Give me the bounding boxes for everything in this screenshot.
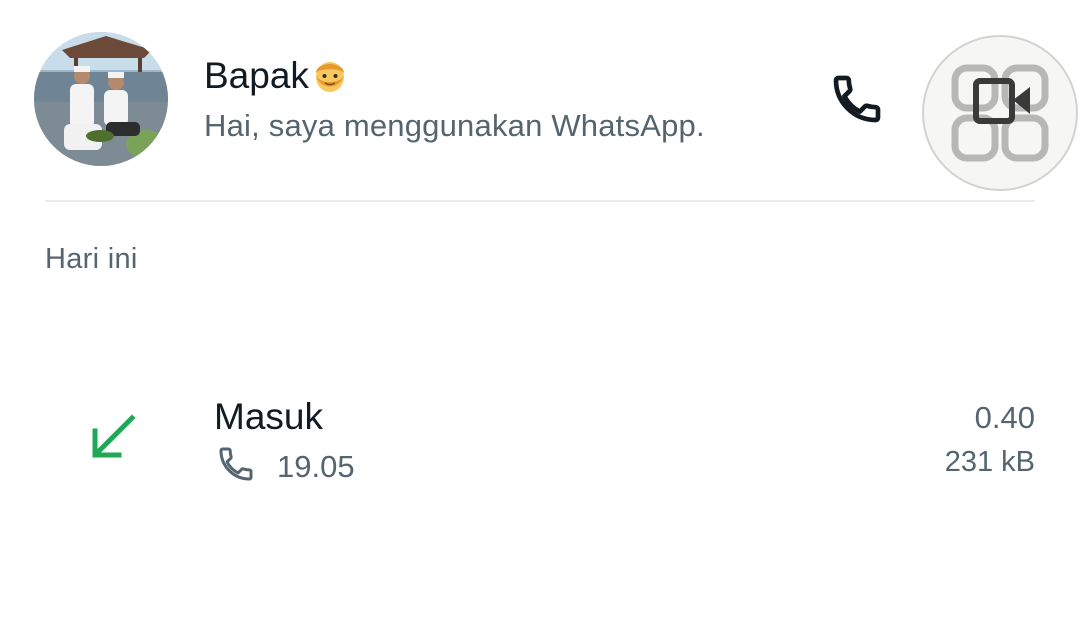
man-face-emoji-icon	[311, 56, 349, 103]
call-time: 19.05	[277, 449, 355, 484]
contact-about: Hai, saya menggunakan WhatsApp.	[204, 108, 705, 143]
call-info-screen: Bapak Hai, saya menggunakan WhatsApp. Ha…	[0, 0, 1080, 623]
call-duration: 0.40	[974, 400, 1035, 435]
date-section-label: Hari ini	[45, 243, 138, 275]
voice-call-button[interactable]	[822, 66, 892, 132]
call-log-row[interactable]: Masuk 19.05 0.40 231 kB	[0, 380, 1080, 500]
phone-icon	[219, 447, 253, 481]
contact-name-text: Bapak	[204, 55, 309, 96]
video-call-button[interactable]	[922, 35, 1078, 191]
incoming-arrow-icon	[92, 414, 136, 458]
call-data-size: 231 kB	[944, 446, 1035, 478]
contact-avatar[interactable]	[34, 32, 168, 166]
phone-icon	[833, 75, 881, 123]
header-divider	[45, 200, 1035, 202]
call-type-label: Masuk	[214, 396, 323, 437]
contact-name: Bapak	[204, 55, 349, 103]
